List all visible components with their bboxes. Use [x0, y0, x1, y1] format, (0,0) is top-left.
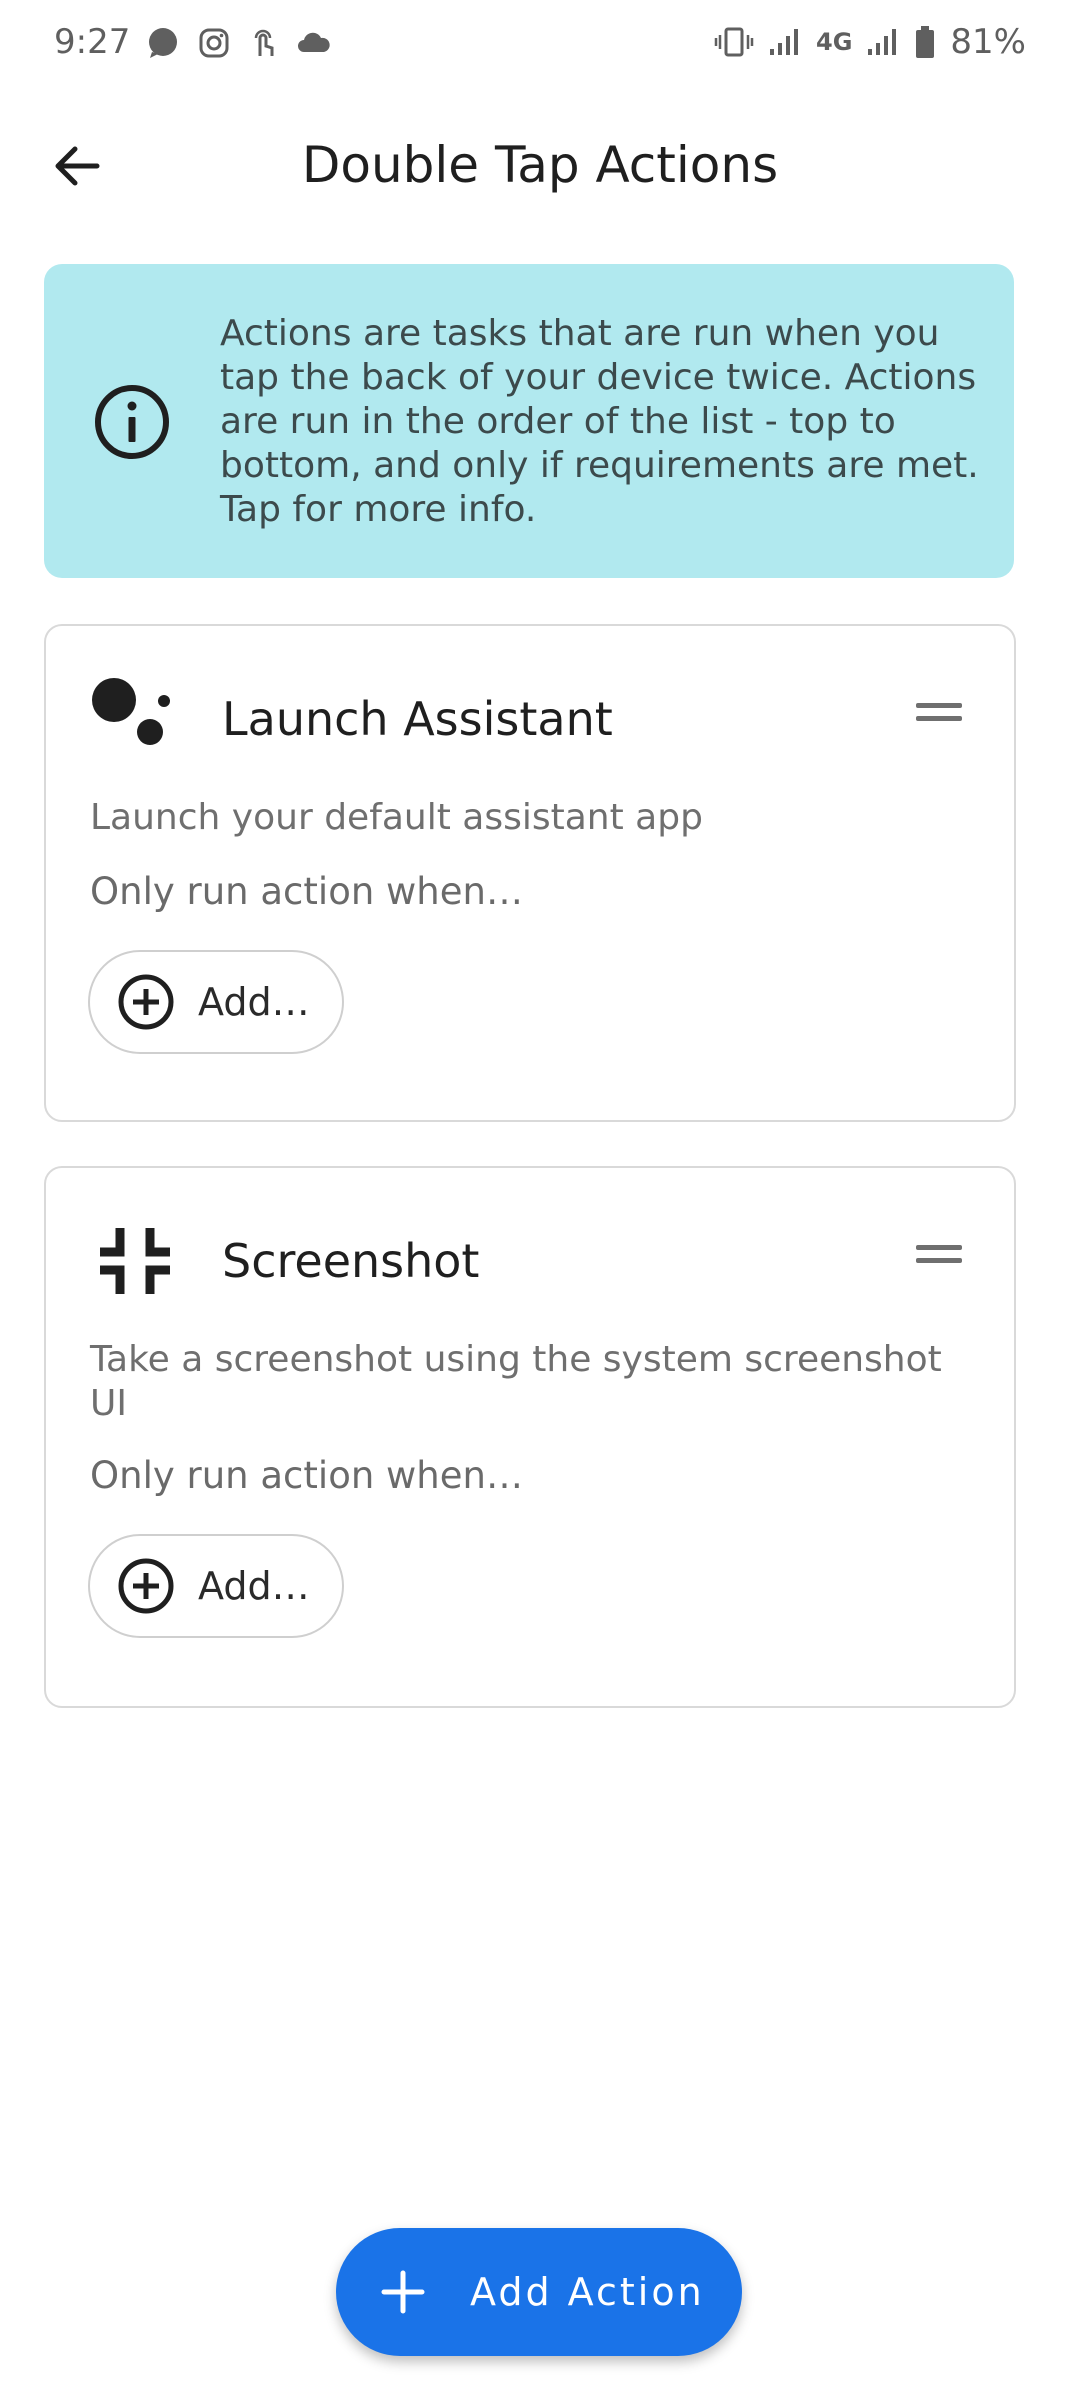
- action-title: Screenshot: [222, 1234, 480, 1288]
- assistant-dots-icon: [92, 678, 170, 745]
- network-type: 4G: [816, 28, 853, 56]
- touch-icon: [254, 29, 274, 56]
- info-text: Actions are tasks that are run when you …: [220, 313, 979, 530]
- notification-icons: [146, 26, 332, 60]
- instagram-icon: [199, 28, 229, 58]
- add-condition-label: Add…: [198, 980, 310, 1024]
- info-icon: [95, 385, 169, 459]
- action-title: Launch Assistant: [222, 692, 613, 746]
- add-condition-button[interactable]: Add…: [88, 950, 344, 1054]
- add-condition-button[interactable]: Add…: [88, 1534, 344, 1638]
- info-banner[interactable]: Actions are tasks that are run when you …: [44, 264, 1014, 578]
- add-action-button[interactable]: Add Action: [336, 2228, 742, 2356]
- action-card-launch-assistant[interactable]: Launch Assistant Launch your default ass…: [44, 624, 1016, 1122]
- page-title: Double Tap Actions: [301, 136, 779, 194]
- status-bar: 9:27 4G 81%: [0, 0, 1080, 88]
- condition-label: Only run action when…: [90, 870, 523, 913]
- cloud-icon: [298, 32, 330, 52]
- chat-bubble-icon: [149, 28, 177, 58]
- action-card-screenshot[interactable]: Screenshot Take a screenshot using the s…: [44, 1166, 1016, 1708]
- add-action-label: Add Action: [470, 2270, 705, 2314]
- battery-icon: [916, 26, 935, 58]
- action-description: Launch your default assistant app: [90, 797, 703, 838]
- signal-icon-2: [868, 29, 897, 55]
- condition-label: Only run action when…: [90, 1454, 523, 1497]
- add-circle-icon: [118, 1558, 174, 1614]
- drag-handle-icon[interactable]: [916, 1242, 962, 1266]
- signal-icon: [770, 29, 799, 55]
- screenshot-corners-icon: [100, 1228, 170, 1294]
- status-right: 4G 81%: [714, 22, 1026, 62]
- vibrate-icon: [714, 27, 754, 57]
- add-circle-icon: [118, 974, 174, 1030]
- drag-handle-icon[interactable]: [916, 700, 962, 724]
- action-description: Take a screenshot using the system scree…: [90, 1339, 942, 1424]
- status-time: 9:27: [54, 22, 131, 62]
- plus-icon: [381, 2270, 425, 2314]
- battery-percent: 81%: [950, 22, 1026, 62]
- add-condition-label: Add…: [198, 1564, 310, 1608]
